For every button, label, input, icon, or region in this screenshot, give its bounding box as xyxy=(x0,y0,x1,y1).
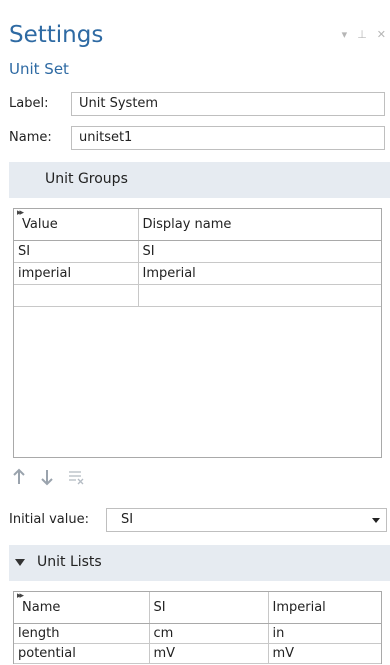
unit-groups-heading: Unit Groups xyxy=(45,171,128,187)
name-field-row: Name: unitset1 xyxy=(9,126,387,150)
name-field-label: Name: xyxy=(9,130,52,145)
table-row[interactable]: length cm in xyxy=(14,623,381,644)
column-header-si[interactable]: SI xyxy=(149,592,269,624)
dropdown-menu-icon[interactable]: ▾ xyxy=(342,28,348,41)
settings-header: Settings Unit Set ▾ ⊥ ✕ xyxy=(9,0,390,88)
chevron-down-icon xyxy=(372,518,380,523)
move-up-icon[interactable] xyxy=(11,468,27,486)
table-cell[interactable]: SI xyxy=(14,240,139,263)
unit-lists-section-header[interactable]: Unit Lists xyxy=(9,545,390,581)
label-input[interactable]: Unit System xyxy=(71,92,385,116)
table-row[interactable]: potential mV mV xyxy=(14,643,381,664)
label-field-row: Label: Unit System xyxy=(9,92,387,116)
table-cell[interactable]: length xyxy=(14,623,150,644)
pin-icon[interactable]: ⊥ xyxy=(357,28,367,41)
table-header-row: ▸▸ Name SI Imperial xyxy=(14,592,381,624)
table-cell[interactable] xyxy=(138,284,381,307)
table-cell[interactable]: mV xyxy=(268,643,381,664)
unit-groups-section-header[interactable]: Unit Groups xyxy=(9,162,390,198)
table-row[interactable]: imperial Imperial xyxy=(14,262,381,285)
move-down-icon[interactable] xyxy=(39,468,55,486)
table-cell[interactable]: in xyxy=(268,623,381,644)
column-header-display-name[interactable]: Display name xyxy=(138,209,381,241)
unit-lists-heading: Unit Lists xyxy=(37,554,102,570)
page-title: Settings xyxy=(9,22,104,48)
fast-forward-icon: ▸▸ xyxy=(17,592,24,601)
column-header-value[interactable]: ▸▸ Value xyxy=(14,209,139,241)
table-row[interactable] xyxy=(14,284,381,307)
initial-value-selected: SI xyxy=(121,512,134,527)
initial-value-row: Initial value: SI xyxy=(9,508,387,532)
page-subtitle: Unit Set xyxy=(9,60,69,78)
window-controls: ▾ ⊥ ✕ xyxy=(342,28,386,41)
table-header-row: ▸▸ Value Display name xyxy=(14,209,381,241)
unit-lists-table[interactable]: ▸▸ Name SI Imperial length cm in potentia… xyxy=(13,591,382,664)
table-toolbar xyxy=(11,468,84,486)
table-cell[interactable]: SI xyxy=(138,240,381,263)
table-cell[interactable] xyxy=(14,284,139,307)
table-row[interactable]: SI SI xyxy=(14,240,381,263)
close-icon[interactable]: ✕ xyxy=(377,28,386,41)
table-cell[interactable]: cm xyxy=(149,623,269,644)
table-cell[interactable]: potential xyxy=(14,643,150,664)
table-cell[interactable]: Imperial xyxy=(138,262,381,285)
initial-value-label: Initial value: xyxy=(9,512,89,527)
delete-list-icon[interactable] xyxy=(67,468,84,486)
collapse-triangle-icon[interactable] xyxy=(15,559,25,566)
table-cell[interactable]: imperial xyxy=(14,262,139,285)
unit-groups-table[interactable]: ▸▸ Value Display name SI SI imperial Impe… xyxy=(13,208,382,458)
column-header-imperial[interactable]: Imperial xyxy=(268,592,381,624)
label-field-label: Label: xyxy=(9,96,49,111)
column-header-name[interactable]: ▸▸ Name xyxy=(14,592,150,624)
name-input[interactable]: unitset1 xyxy=(71,126,385,150)
table-cell[interactable]: mV xyxy=(149,643,269,664)
initial-value-select[interactable]: SI xyxy=(106,508,387,532)
fast-forward-icon: ▸▸ xyxy=(17,209,24,218)
